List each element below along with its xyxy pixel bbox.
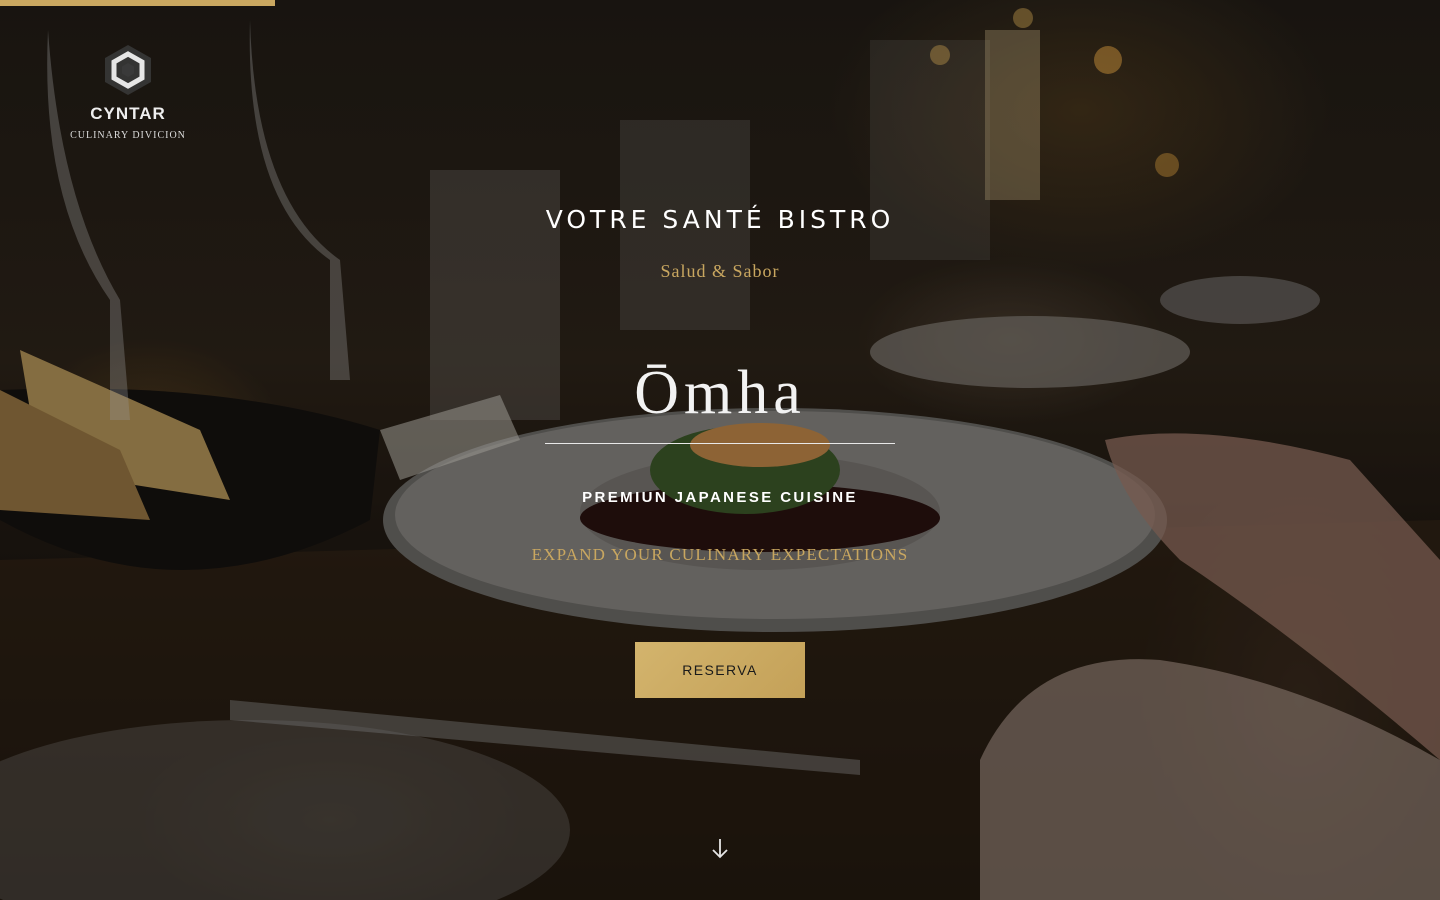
- top-accent-bar: [0, 0, 275, 6]
- tagline: Salud & Sabor: [660, 261, 780, 281]
- brand-underline: [545, 443, 895, 444]
- logo[interactable]: CYNTAR CULINARY DIVICION: [60, 44, 196, 141]
- dark-overlay: [0, 0, 1440, 900]
- slogan: EXPAND YOUR CULINARY EXPECTATIONS: [531, 545, 909, 564]
- logo-subtitle: CULINARY DIVICION: [70, 130, 186, 141]
- cuisine-label: PREMIUN JAPANESE CUISINE: [582, 489, 858, 506]
- arrow-down-icon[interactable]: [708, 836, 732, 862]
- logo-name: CYNTAR: [90, 104, 166, 123]
- bistro-title: VOTRE SANTÉ BISTRO: [545, 205, 895, 234]
- hexagon-logo-icon: [105, 45, 151, 95]
- reserve-button[interactable]: RESERVA: [635, 642, 805, 698]
- hero-section: CYNTAR CULINARY DIVICION VOTRE SANTÉ BIS…: [0, 0, 1440, 900]
- brand-name: Ōmha: [634, 359, 806, 427]
